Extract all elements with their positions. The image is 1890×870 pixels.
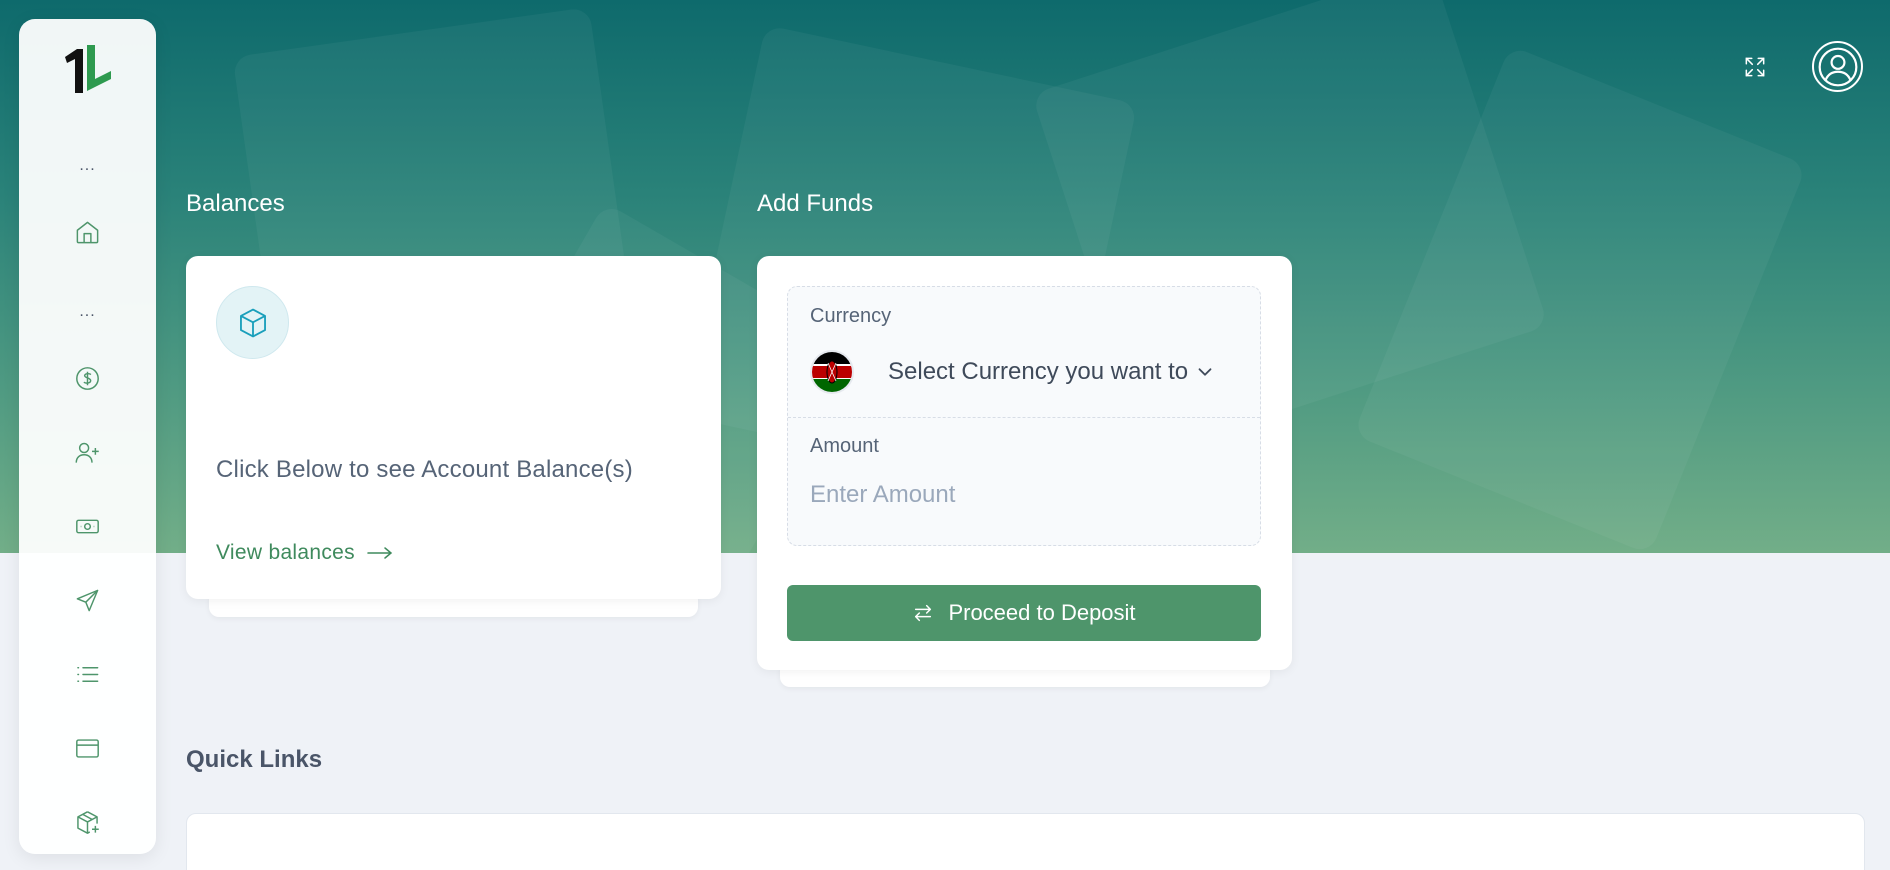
balances-card: Click Below to see Account Balance(s) Vi… [186,256,721,599]
sidebar: ... ... [19,19,156,854]
dollar-circle-icon [75,366,99,390]
amount-label: Amount [810,435,879,457]
currency-select[interactable]: Select Currency you want to deposit [810,349,1230,395]
chevron-down-icon [1198,368,1212,376]
quick-links-title: Quick Links [186,746,323,773]
sidebar-item-send[interactable] [67,580,107,620]
sidebar-item-window[interactable] [67,728,107,768]
swap-arrows-icon [915,604,932,622]
quick-links-card [186,813,1865,870]
add-funds-title: Add Funds [757,190,874,217]
proceed-to-deposit-button[interactable]: Proceed to Deposit [787,585,1261,641]
user-plus-icon [75,442,99,463]
currency-select-value: Select Currency you want to deposit [888,358,1190,385]
package-plus-icon [76,810,99,834]
app-logo[interactable] [59,41,115,97]
currency-label: Currency [810,305,892,327]
sidebar-item-products[interactable] [67,802,107,842]
fullscreen-button[interactable] [1740,52,1770,82]
view-balances-link[interactable]: View balances [216,541,393,565]
sidebar-item-add-user[interactable] [67,432,107,472]
balances-title: Balances [186,190,285,217]
view-balances-label: View balances [216,541,355,564]
list-icon [76,666,98,682]
balances-prompt: Click Below to see Account Balance(s) [216,456,633,483]
sidebar-group-label: ... [79,303,96,320]
banknote-icon [75,519,99,533]
deposit-form: Currency Select Currency you want to dep… [787,286,1261,546]
home-icon [76,221,98,243]
kenya-flag-icon [810,350,854,394]
sidebar-item-home[interactable] [67,212,107,252]
sidebar-item-transactions[interactable] [67,654,107,694]
amount-input[interactable] [810,477,1230,513]
add-funds-card: Currency Select Currency you want to dep… [757,256,1292,670]
sidebar-group-label: ... [79,157,96,174]
sidebar-item-payments[interactable] [67,358,107,398]
browser-window-icon [75,738,99,758]
send-icon [76,589,98,611]
proceed-to-deposit-label: Proceed to Deposit [948,600,1136,625]
balances-icon-badge [216,286,289,359]
profile-button[interactable] [1812,41,1863,92]
cube-icon [239,308,266,337]
arrow-right-icon [367,547,393,559]
sidebar-item-cash[interactable] [67,506,107,546]
form-divider [788,417,1260,418]
user-circle-icon [1818,47,1857,86]
expand-icon [1745,57,1765,77]
